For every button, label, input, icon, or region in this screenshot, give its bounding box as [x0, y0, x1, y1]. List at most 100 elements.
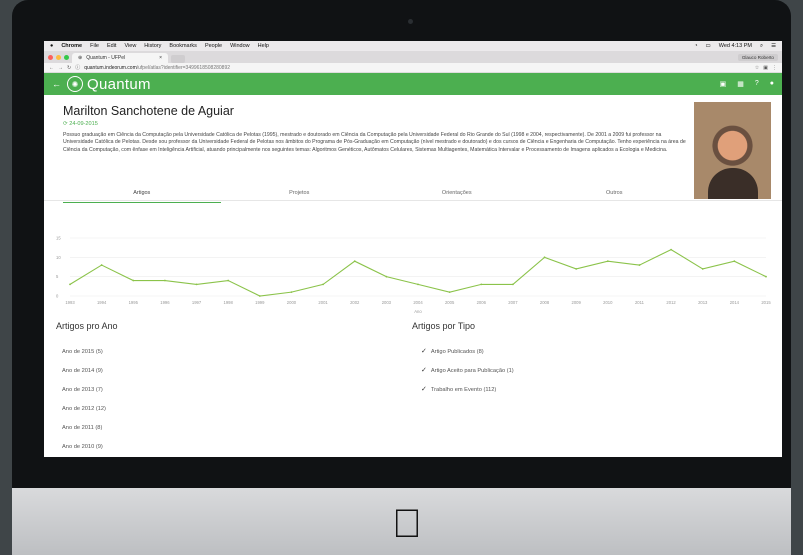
account-icon[interactable]: ●	[770, 80, 774, 88]
x-tick-label: 1996	[160, 300, 170, 305]
x-tick-label: 2014	[730, 300, 740, 305]
spotlight-icon[interactable]: ⌕	[760, 43, 763, 50]
data-point	[512, 283, 514, 286]
url-field[interactable]: quantum.indeorum.com/ufpel/atlas?identif…	[84, 65, 751, 71]
data-point	[353, 260, 356, 263]
forward-icon[interactable]: →	[58, 65, 63, 71]
profile-updated: ⟳ 24-09-2015	[63, 121, 98, 127]
data-point	[258, 295, 261, 297]
x-tick-label: 2013	[698, 300, 708, 305]
per-year-title: Artigos pro Ano	[56, 321, 118, 331]
data-point	[195, 283, 198, 286]
minimize-window-icon[interactable]	[56, 54, 61, 60]
menu-view[interactable]: View	[124, 43, 136, 49]
data-point	[100, 264, 103, 266]
linkedin-icon[interactable]: ▣	[720, 80, 727, 88]
per-type-list: ✓ Artigo Publicados (8) ✓ Artigo Aceito pa…	[421, 347, 514, 404]
menu-history[interactable]: History	[144, 43, 161, 49]
help-icon[interactable]: ?	[755, 80, 759, 88]
data-point	[733, 260, 736, 263]
star-icon[interactable]: ☆	[755, 65, 759, 71]
tab-orientacoes[interactable]: Orientações	[378, 190, 536, 203]
menu-edit[interactable]: Edit	[107, 43, 116, 49]
profile-photo	[694, 102, 771, 199]
profile-name: Marilton Sanchotene de Aguiar	[63, 104, 234, 118]
menu-clock[interactable]: Wed 4:13 PM	[719, 43, 752, 49]
tab-projetos[interactable]: Projetos	[221, 190, 379, 203]
x-tick-label: 1997	[192, 300, 202, 305]
menu-people[interactable]: People	[205, 43, 222, 49]
browser-tabbar: ⊕ Quantum - UFPel × Glauco Roberto	[44, 51, 782, 63]
type-item-label: Artigo Aceito para Publicação (1)	[430, 368, 514, 374]
extension-icon[interactable]: ▣	[763, 65, 768, 71]
year-item[interactable]: Ano de 2015 (5)	[62, 347, 106, 366]
data-point	[543, 256, 546, 259]
menu-file[interactable]: File	[90, 43, 99, 49]
back-icon[interactable]: ←	[49, 65, 54, 71]
menu-window[interactable]: Window	[230, 43, 250, 49]
per-type-title: Artigos por Tipo	[412, 321, 476, 331]
notification-icon[interactable]: ☰	[771, 43, 776, 49]
year-item[interactable]: Ano de 2010 (9)	[62, 442, 106, 457]
reload-icon[interactable]: ↻	[67, 65, 71, 71]
type-item[interactable]: ✓ Artigo Aceito para Publicação (1)	[421, 366, 514, 385]
app-bar: ← ✺ Quantum ▣ ▦ ? ●	[44, 73, 782, 95]
data-point	[417, 283, 419, 286]
apps-grid-icon[interactable]: ▦	[737, 80, 744, 88]
menu-chrome[interactable]: Chrome	[61, 43, 82, 49]
x-tick-label: 2005	[445, 300, 455, 305]
x-tick-label: 2012	[666, 300, 676, 305]
type-item[interactable]: ✓ Artigo Publicados (8)	[421, 347, 514, 366]
data-point	[606, 260, 609, 263]
new-tab-button[interactable]	[171, 54, 185, 63]
year-item[interactable]: Ano de 2011 (8)	[62, 423, 106, 442]
screen: ● Chrome File Edit View History Bookmark…	[44, 41, 782, 457]
type-item-label: Artigo Publicados (8)	[430, 349, 484, 355]
x-tick-label: 1994	[97, 300, 107, 305]
x-tick-label: 2001	[318, 300, 328, 305]
back-arrow-icon[interactable]: ←	[52, 79, 61, 89]
data-point	[132, 279, 135, 282]
info-icon[interactable]: ⓘ	[75, 64, 80, 71]
tab-close-icon[interactable]: ×	[159, 55, 162, 61]
y-tick-label: 15	[56, 236, 61, 241]
browser-tab[interactable]: ⊕ Quantum - UFPel ×	[72, 53, 168, 63]
per-year-list: Ano de 2015 (5) Ano de 2014 (9) Ano de 2…	[62, 347, 106, 457]
browser-profile[interactable]: Glauco Roberto	[737, 53, 778, 61]
app-title: Quantum	[87, 75, 151, 93]
year-item[interactable]: Ano de 2014 (9)	[62, 366, 106, 385]
data-point	[480, 283, 483, 286]
profile-updated-date: 24-09-2015	[69, 121, 98, 127]
tab-artigos[interactable]: Artigos	[63, 190, 221, 203]
year-item[interactable]: Ano de 2013 (7)	[62, 385, 106, 404]
data-point	[765, 275, 767, 278]
type-item[interactable]: ✓ Trabalho em Evento (112)	[421, 385, 514, 404]
x-tick-label: 1995	[129, 300, 139, 305]
menu-bookmarks[interactable]: Bookmarks	[169, 43, 197, 49]
profile-card: Marilton Sanchotene de Aguiar ⟳ 24-09-20…	[44, 95, 782, 201]
wifi-icon[interactable]: ◔	[694, 43, 697, 49]
data-point	[227, 279, 230, 282]
quantum-logo-icon: ✺	[67, 76, 83, 92]
x-tick-label: 2004	[413, 300, 423, 305]
check-icon: ✓	[421, 367, 427, 374]
x-axis-label: Ano	[414, 309, 422, 314]
x-tick-label: 2008	[540, 300, 550, 305]
camera	[408, 19, 413, 24]
data-point	[638, 264, 641, 266]
x-tick-label: 1998	[224, 300, 234, 305]
battery-icon[interactable]: ▭	[706, 43, 711, 49]
x-tick-label: 2015	[761, 300, 771, 305]
maximize-window-icon[interactable]	[64, 54, 69, 60]
close-window-icon[interactable]	[48, 54, 53, 60]
check-icon: ✓	[421, 386, 427, 393]
tab-outros[interactable]: Outros	[536, 190, 694, 203]
tab-title: Quantum - UFPel	[86, 55, 126, 61]
year-item[interactable]: Ano de 2012 (12)	[62, 404, 106, 423]
articles-line-chart: 0 5 10 15 1993 1994 1995 1996 1997 1998 1999 2000 20…	[56, 236, 771, 315]
data-point	[670, 248, 672, 251]
x-tick-label: 2009	[572, 300, 582, 305]
menu-help[interactable]: Help	[258, 43, 269, 49]
menu-dots-icon[interactable]: ⋮	[772, 65, 777, 71]
apple-menu-icon[interactable]: ●	[50, 43, 53, 49]
